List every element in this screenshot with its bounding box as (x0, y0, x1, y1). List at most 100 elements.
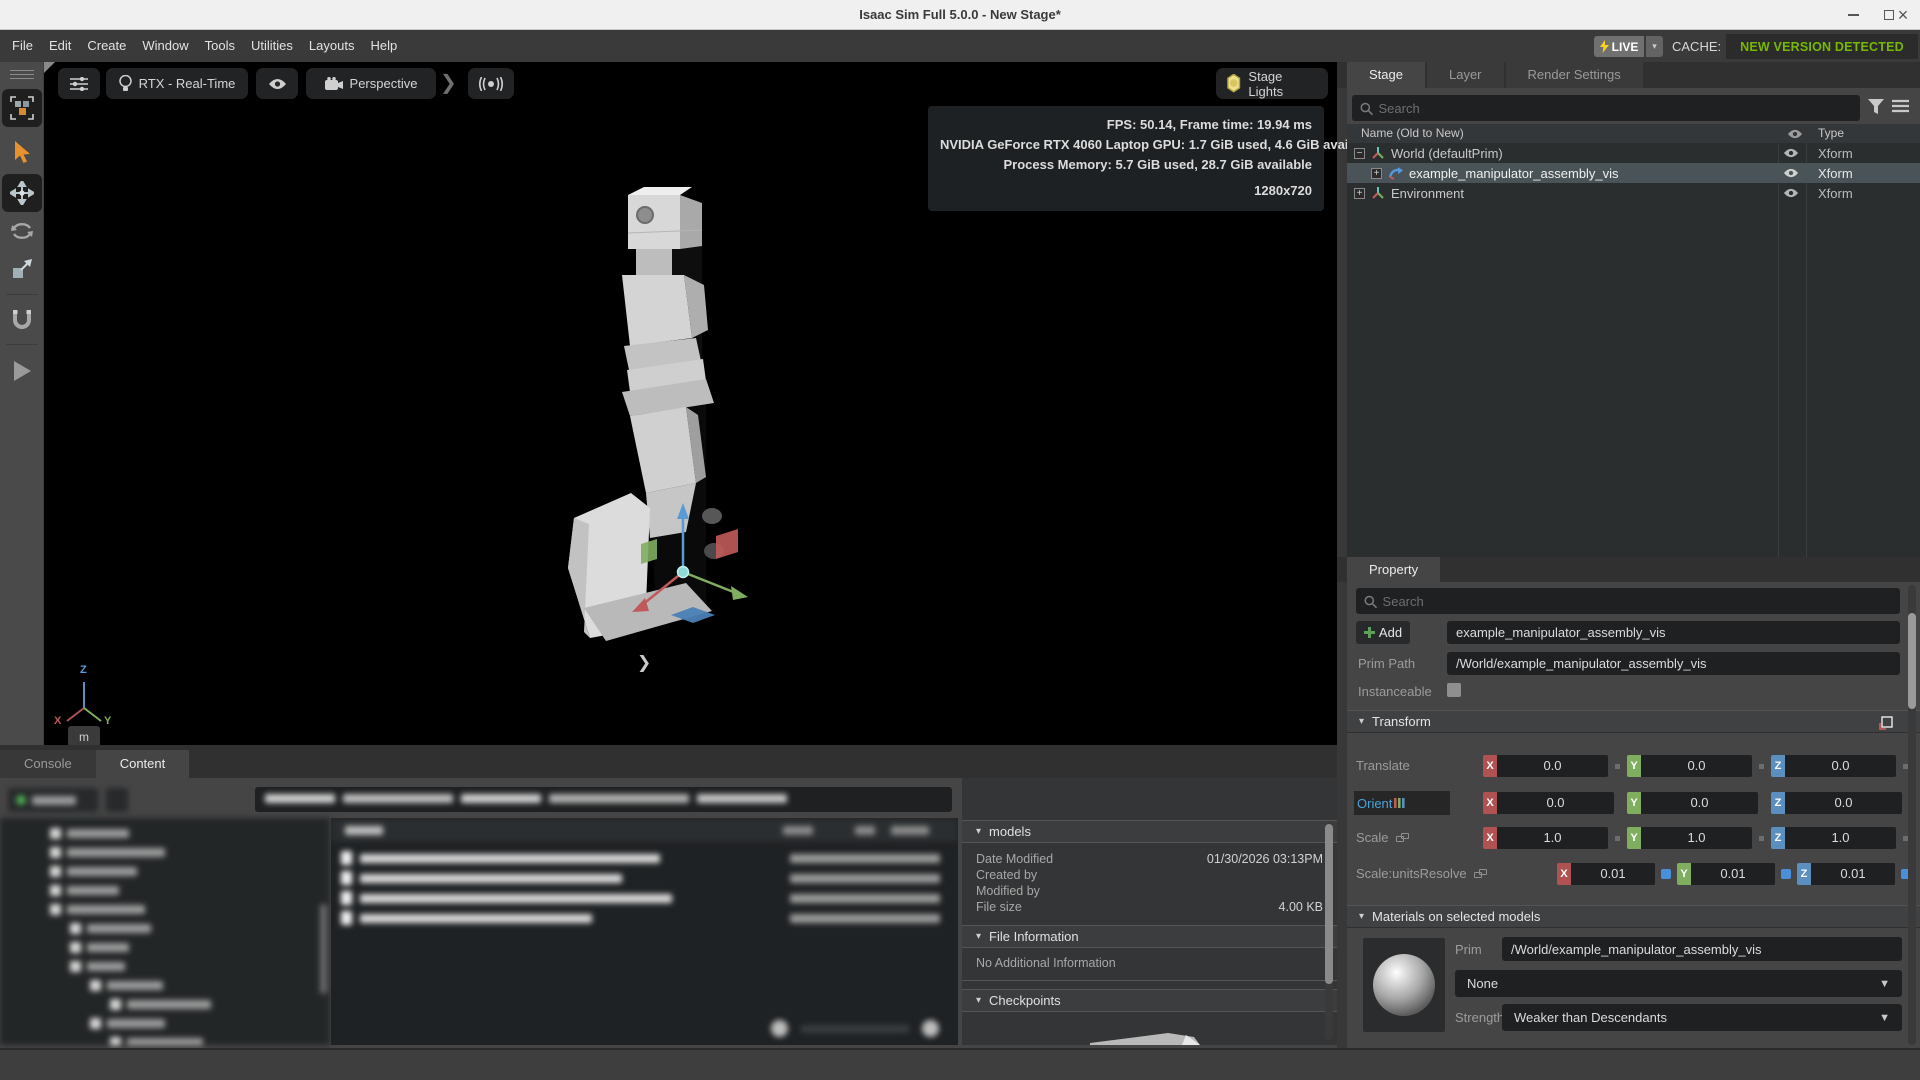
prim-name-input[interactable] (1447, 625, 1900, 640)
link-icon[interactable] (1474, 869, 1488, 879)
viewport-corner-handle[interactable] (44, 62, 55, 73)
material-preview[interactable] (1363, 938, 1445, 1032)
translate-x-field[interactable]: 0.0 (1497, 755, 1608, 777)
stage-lights-button[interactable]: Stage Lights (1216, 68, 1328, 99)
name-column-header[interactable]: Name (Old to New) (1361, 126, 1464, 140)
tab-layer[interactable]: Layer (1427, 62, 1504, 88)
orient-label-box[interactable]: Orient (1354, 791, 1450, 815)
tab-console[interactable]: Console (0, 750, 96, 778)
move-tool-button[interactable] (2, 174, 42, 212)
live-sync-button[interactable]: LIVE (1594, 36, 1644, 57)
scale-z-field[interactable]: 1.0 (1785, 827, 1896, 849)
selection-mode-button[interactable] (2, 89, 42, 127)
visibility-column-icon[interactable] (1787, 129, 1803, 139)
orient-y-field[interactable]: 0.0 (1641, 792, 1758, 814)
type-column-header[interactable]: Type (1818, 126, 1844, 140)
transform-section-header[interactable]: ▾ Transform (1347, 710, 1920, 733)
expand-icon[interactable]: + (1354, 188, 1365, 199)
thumbnail-size-slider[interactable] (771, 1020, 939, 1037)
tab-render-settings[interactable]: Render Settings (1506, 62, 1643, 88)
omniverse-connection-button[interactable] (8, 788, 98, 812)
file-list-header[interactable] (331, 818, 958, 842)
units-resolve-x-field[interactable]: 0.01 (1571, 863, 1655, 885)
transform-stack-icon[interactable] (1878, 715, 1894, 731)
stage-row-environment[interactable]: + Environment Xform (1347, 183, 1920, 203)
scale-y-field[interactable]: 1.0 (1641, 827, 1752, 849)
material-prim-field[interactable] (1502, 937, 1902, 961)
prim-path-input[interactable] (1447, 656, 1900, 671)
tree-scrollbar-thumb[interactable] (320, 904, 327, 994)
menu-window[interactable]: Window (134, 30, 196, 62)
select-tool-button[interactable] (2, 134, 42, 172)
path-bar[interactable] (255, 787, 952, 812)
scale-tool-button[interactable] (2, 250, 42, 288)
tab-property[interactable]: Property (1347, 557, 1440, 583)
menu-utilities[interactable]: Utilities (243, 30, 301, 62)
snap-tool-button[interactable] (2, 300, 42, 338)
menu-tools[interactable]: Tools (197, 30, 243, 62)
checkpoints-section-header[interactable]: ▾ Checkpoints (962, 989, 1337, 1012)
menu-layouts[interactable]: Layouts (301, 30, 363, 62)
eye-icon[interactable] (1783, 168, 1799, 178)
translate-z-field[interactable]: 0.0 (1785, 755, 1896, 777)
stage-search-box[interactable] (1352, 95, 1860, 121)
strength-dropdown[interactable]: Weaker than Descendants ▼ (1502, 1004, 1902, 1031)
property-scrollbar-thumb[interactable] (1908, 613, 1916, 709)
default-indicator[interactable] (1759, 764, 1764, 769)
stage-options-button[interactable] (1892, 99, 1909, 118)
material-prim-input[interactable] (1502, 942, 1902, 957)
add-property-button[interactable]: Add (1356, 621, 1410, 644)
eye-icon[interactable] (1783, 148, 1799, 158)
toolbar-overflow-chevron[interactable]: ❯ (440, 70, 457, 95)
material-dropdown[interactable]: None ▼ (1455, 970, 1902, 997)
orient-z-field[interactable]: 0.0 (1785, 792, 1902, 814)
visibility-button[interactable] (256, 68, 298, 99)
changed-indicator[interactable] (1781, 869, 1791, 879)
toolbar-grip-icon[interactable] (10, 70, 34, 80)
info-scrollbar-thumb[interactable] (1325, 824, 1333, 984)
stage-row-example-manipulator[interactable]: + example_manipulator_assembly_vis Xform (1347, 163, 1920, 183)
axis-orientation-widget[interactable]: Z X Y (54, 664, 114, 726)
file-information-section-header[interactable]: ▾ File Information (962, 925, 1337, 948)
units-resolve-y-field[interactable]: 0.01 (1691, 863, 1775, 885)
viewport-settings-button[interactable] (58, 68, 100, 99)
units-resolve-z-field[interactable]: 0.01 (1811, 863, 1895, 885)
file-list-pane[interactable] (331, 818, 958, 1045)
property-search-box[interactable] (1356, 588, 1900, 614)
eye-icon[interactable] (1783, 188, 1799, 198)
play-button[interactable] (2, 352, 42, 390)
default-indicator[interactable] (1615, 836, 1620, 841)
info-scrollbar[interactable] (1325, 822, 1333, 1040)
property-search-input[interactable] (1383, 594, 1892, 609)
default-indicator[interactable] (1759, 836, 1764, 841)
tab-content[interactable]: Content (96, 750, 190, 778)
translate-y-field[interactable]: 0.0 (1641, 755, 1752, 777)
changed-indicator[interactable] (1661, 869, 1671, 879)
stage-row-world[interactable]: − World (defaultPrim) Xform (1347, 143, 1920, 163)
renderer-selector-button[interactable]: RTX - Real-Time (106, 68, 248, 99)
link-icon[interactable] (1396, 833, 1410, 843)
expand-icon[interactable]: + (1371, 168, 1382, 179)
folder-tree-pane[interactable] (0, 818, 330, 1045)
live-dropdown-button[interactable]: ▾ (1646, 36, 1663, 57)
path-nav-button[interactable] (106, 788, 128, 812)
stage-search-input[interactable] (1379, 101, 1852, 116)
camera-selector-button[interactable]: Perspective (306, 68, 436, 99)
default-indicator[interactable] (1615, 764, 1620, 769)
models-section-header[interactable]: ▾ models (962, 820, 1337, 843)
instanceable-checkbox[interactable] (1447, 683, 1461, 697)
scale-x-field[interactable]: 1.0 (1497, 827, 1608, 849)
orient-x-field[interactable]: 0.0 (1497, 792, 1614, 814)
version-alert-badge[interactable]: NEW VERSION DETECTED (1726, 34, 1918, 59)
property-scrollbar[interactable] (1908, 585, 1916, 1045)
tab-stage[interactable]: Stage (1347, 62, 1425, 88)
menu-edit[interactable]: Edit (41, 30, 79, 62)
prim-path-field[interactable] (1447, 652, 1900, 675)
menu-file[interactable]: File (4, 30, 41, 62)
timeline-expand-chevron[interactable]: ❯ (637, 653, 651, 673)
rotate-tool-button[interactable] (2, 212, 42, 250)
minimize-button[interactable] (1836, 0, 1870, 30)
stage-filter-button[interactable] (1868, 99, 1884, 120)
menu-create[interactable]: Create (79, 30, 134, 62)
close-button[interactable]: × (1886, 0, 1920, 30)
